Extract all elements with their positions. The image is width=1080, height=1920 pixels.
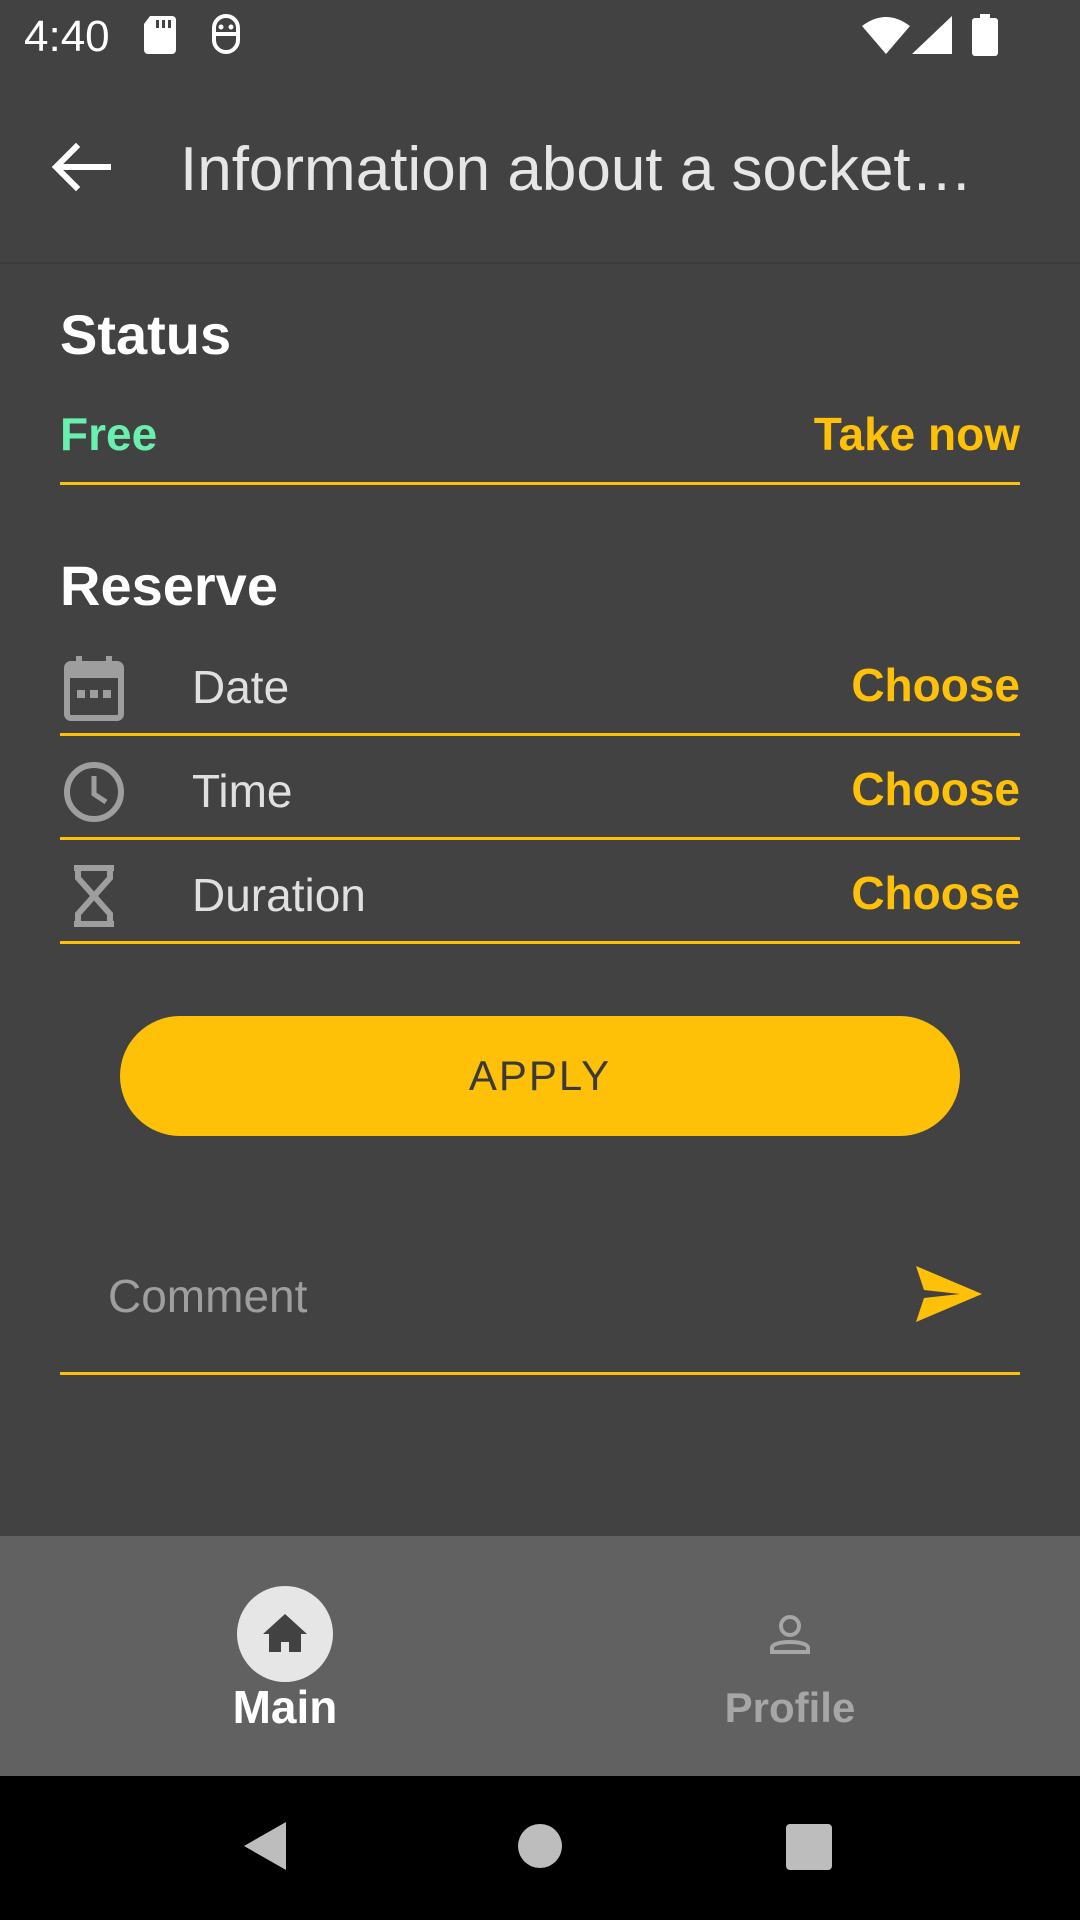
time-label: Time — [192, 765, 293, 817]
status-badge: Free — [60, 408, 158, 460]
home-icon-container — [237, 1586, 333, 1682]
hourglass-icon — [62, 862, 126, 930]
nav-label-profile: Profile — [724, 1684, 856, 1731]
system-back-button[interactable] — [242, 1820, 288, 1877]
status-section-title: Status — [60, 303, 232, 366]
arrow-back-icon — [36, 142, 126, 216]
status-time: 4:40 — [24, 12, 110, 61]
reserve-row-duration[interactable]: Duration Choose — [60, 844, 1020, 944]
nav-item-main[interactable]: Main — [15, 1536, 555, 1776]
nav-label-main: Main — [232, 1681, 338, 1733]
choose-time-button[interactable]: Choose — [851, 762, 1020, 816]
square-recents-icon — [786, 1824, 832, 1874]
system-home-button[interactable] — [518, 1824, 562, 1873]
send-button[interactable] — [914, 1264, 984, 1324]
choose-date-button[interactable]: Choose — [851, 658, 1020, 712]
back-button[interactable] — [36, 122, 126, 212]
take-now-button[interactable]: Take now — [814, 407, 1020, 461]
clock-icon — [62, 758, 126, 826]
system-navigation-bar — [0, 1776, 1080, 1920]
app-bar: Information about a socket… — [0, 72, 1080, 264]
circle-home-icon — [518, 1824, 562, 1872]
cellular-signal-icon — [912, 16, 952, 59]
choose-duration-button[interactable]: Choose — [851, 866, 1020, 920]
reserve-row-date[interactable]: Date Choose — [60, 636, 1020, 736]
calendar-icon — [62, 654, 126, 722]
bottom-navigation: Main Profile — [0, 1536, 1080, 1776]
send-icon — [914, 1266, 984, 1328]
system-recents-button[interactable] — [786, 1824, 832, 1875]
status-row: Free Take now — [60, 385, 1020, 485]
duration-label: Duration — [192, 869, 366, 921]
apply-button[interactable]: APPLY — [120, 1016, 960, 1136]
robot-face-icon — [208, 14, 244, 61]
screen: 4:40 Information about a socket… Status … — [0, 0, 1080, 1920]
person-icon-container — [742, 1586, 838, 1682]
wifi-icon — [862, 16, 910, 59]
nav-item-profile[interactable]: Profile — [520, 1536, 1060, 1776]
battery-icon — [972, 14, 998, 61]
sd-card-icon — [142, 14, 178, 59]
reserve-row-time[interactable]: Time Choose — [60, 740, 1020, 840]
date-label: Date — [192, 661, 290, 713]
comment-input[interactable] — [108, 1258, 888, 1334]
reserve-section-title: Reserve — [60, 554, 278, 617]
status-bar: 4:40 — [0, 0, 1080, 72]
page-title: Information about a socket… — [180, 135, 973, 204]
triangle-back-icon — [242, 1822, 288, 1876]
comment-field — [60, 1230, 1020, 1375]
